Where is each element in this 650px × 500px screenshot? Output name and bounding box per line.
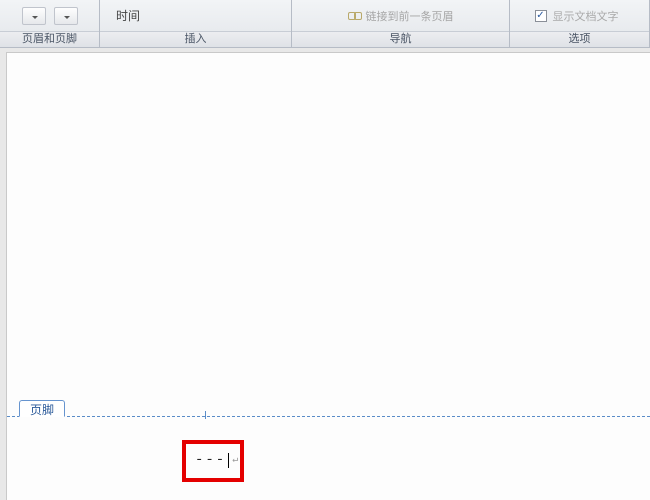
ribbon-group-label: 导航 bbox=[292, 31, 509, 47]
link-icon bbox=[348, 10, 362, 22]
link-to-previous-button[interactable]: 链接到前一条页眉 bbox=[366, 8, 454, 24]
insert-time-button[interactable]: 时间 bbox=[110, 7, 140, 24]
document-area[interactable]: 页脚 --- ↵ bbox=[6, 52, 650, 500]
ribbon-group-options: ✓ 显示文档文字 选项 bbox=[510, 0, 650, 47]
ribbon-group-upper: 链接到前一条页眉 bbox=[292, 0, 509, 31]
show-doc-text-checkbox[interactable]: ✓ bbox=[535, 10, 547, 22]
header-dropdown[interactable] bbox=[22, 7, 46, 25]
document-page: 页脚 --- ↵ bbox=[7, 53, 650, 500]
footer-tab-label[interactable]: 页脚 bbox=[19, 400, 65, 417]
ribbon-group-upper: ✓ 显示文档文字 bbox=[510, 0, 649, 31]
paragraph-mark-icon: ↵ bbox=[232, 454, 240, 466]
footer-dropdown[interactable] bbox=[54, 7, 78, 25]
footer-boundary-line bbox=[7, 416, 650, 417]
text-cursor bbox=[228, 453, 229, 468]
ribbon-group-upper bbox=[0, 0, 99, 31]
tab-center-mark bbox=[205, 411, 206, 419]
ribbon-group-label: 页眉和页脚 bbox=[0, 31, 99, 47]
ribbon-group-upper: 时间 bbox=[100, 0, 291, 31]
show-doc-text-label: 显示文档文字 bbox=[553, 8, 619, 24]
ribbon-group-header-footer: 页眉和页脚 bbox=[0, 0, 100, 47]
ribbon-group-label: 插入 bbox=[100, 31, 291, 47]
footer-editing-area[interactable]: --- ↵ bbox=[195, 452, 240, 468]
ribbon-group-label: 选项 bbox=[510, 31, 649, 47]
ribbon: 页眉和页脚 时间 插入 链接到前一条页眉 导航 ✓ 显示文档文字 选项 bbox=[0, 0, 650, 48]
ribbon-group-navigation: 链接到前一条页眉 导航 bbox=[292, 0, 510, 47]
footer-text: --- bbox=[195, 452, 226, 468]
ribbon-group-insert: 时间 插入 bbox=[100, 0, 292, 47]
